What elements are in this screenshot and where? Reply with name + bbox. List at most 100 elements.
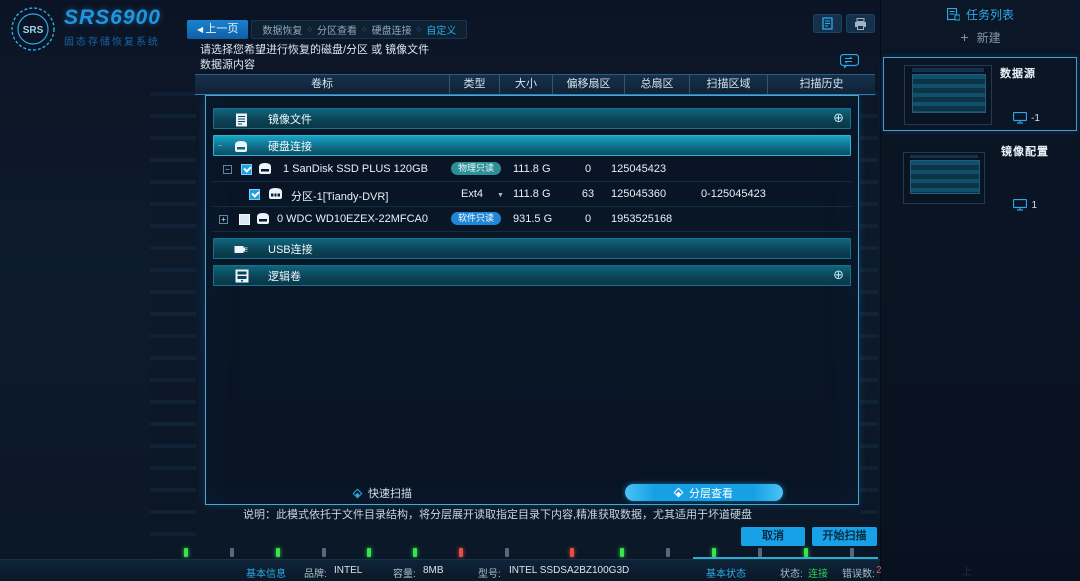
partition-total: 125045360 <box>611 188 666 200</box>
col-header-type: 类型 <box>449 75 499 94</box>
partition-icon <box>267 187 284 200</box>
basic-info-tab[interactable]: 基本信息 <box>246 565 286 580</box>
report-button[interactable] <box>813 14 842 33</box>
breadcrumb-item-recover[interactable]: 数据恢复 <box>262 22 302 37</box>
col-header-offset: 偏移扇区 <box>552 75 624 94</box>
group-row-image-file[interactable]: 镜像文件 <box>213 108 851 129</box>
nav-bar: 上一页 数据恢复 ◇ 分区查看 ◇ 硬盘连接 ◇ 自定义 <box>187 20 467 39</box>
group-label: USB连接 <box>268 241 313 257</box>
group-row-disk-connect[interactable]: 硬盘连接 <box>213 135 851 156</box>
breadcrumb-item-disk[interactable]: 硬盘连接 <box>372 22 412 37</box>
status-led <box>413 548 417 557</box>
group-row-usb[interactable]: USB连接 <box>213 238 851 259</box>
collapse-icon[interactable] <box>216 142 224 150</box>
sidebar-title: 任务列表 <box>966 6 1014 23</box>
toolbar <box>813 14 875 33</box>
quick-scan-radio[interactable]: 快速扫描 <box>354 485 412 501</box>
brand-label: 品牌: <box>304 565 327 580</box>
svg-text:SRS: SRS <box>23 25 44 36</box>
task-thumbnail <box>904 65 992 125</box>
disk-row-sandisk[interactable]: 1 SanDisk SSD PLUS 120GB 物理只读 111.8 G 0 … <box>213 157 851 182</box>
filesystem-select[interactable]: Ext4 <box>461 188 504 200</box>
status-led <box>758 548 762 557</box>
disk-name: 0 WDC WD10EZEX-22MFCA0 <box>277 213 428 225</box>
raid-icon <box>235 269 249 283</box>
status-led <box>850 548 854 557</box>
status-led <box>620 548 624 557</box>
logo-emblem: SRS <box>10 6 56 52</box>
task-footer: -1 <box>1013 112 1040 124</box>
capacity-value: 8MB <box>423 565 444 576</box>
model-label: 型号: <box>478 565 501 580</box>
disk-row-wdc[interactable]: 0 WDC WD10EZEX-22MFCA0 软件只读 931.5 G 0 19… <box>213 207 851 232</box>
breadcrumb-item-partition[interactable]: 分区查看 <box>317 22 357 37</box>
add-volume-button[interactable] <box>833 267 844 283</box>
report-icon <box>822 17 834 30</box>
task-card-datasource[interactable]: 数据源 -1 <box>883 57 1077 131</box>
collapse-icon[interactable] <box>223 165 232 174</box>
sync-chat-icon <box>840 54 859 69</box>
plus-icon <box>960 29 968 45</box>
start-scan-button[interactable]: 开始扫描 <box>812 527 877 546</box>
cancel-button[interactable]: 取消 <box>741 527 805 546</box>
brand-value: INTEL <box>334 565 362 576</box>
basic-status-tab[interactable]: 基本状态 <box>706 565 746 580</box>
task-list-icon <box>947 8 960 21</box>
breadcrumb-sep-icon: ◇ <box>417 26 422 33</box>
status-led <box>276 548 280 557</box>
instruction-line1: 请选择您希望进行恢复的磁盘/分区 或 镜像文件 <box>200 43 429 58</box>
error-label: 错误数: <box>842 565 875 580</box>
disk-total: 1953525168 <box>611 213 672 225</box>
task-card-imageconfig[interactable]: 镜像配置 1 <box>883 139 1077 219</box>
status-led <box>712 548 716 557</box>
diamond-radio-icon <box>353 488 363 498</box>
checkbox-checked[interactable] <box>249 189 260 200</box>
monitor-icon <box>1013 199 1027 211</box>
checkbox-checked[interactable] <box>241 164 252 175</box>
checkbox-unchecked[interactable] <box>239 214 250 225</box>
task-label: 数据源 <box>1000 65 1036 81</box>
mode-description: 说明：此模式依托于文件目录结构，将分层展开读取指定目录下内容,精准获取数据，尤其… <box>243 506 752 522</box>
partition-size: 111.8 G <box>513 188 551 200</box>
state-value: 连接 <box>808 565 828 580</box>
col-header-size: 大小 <box>499 75 552 94</box>
group-row-logical[interactable]: 逻辑卷 <box>213 265 851 286</box>
new-task-button[interactable]: 新建 <box>881 29 1080 46</box>
status-led <box>184 548 188 557</box>
model-value: INTEL SSDSA2BZ100G3D <box>509 565 629 576</box>
task-monitor-num: -1 <box>1031 113 1040 124</box>
expand-icon[interactable] <box>219 215 228 224</box>
usb-icon <box>234 244 249 255</box>
status-led <box>322 548 326 557</box>
partition-scan-range: 0-125045423 <box>701 188 766 200</box>
disk-total: 125045423 <box>611 163 666 175</box>
col-header-total: 总扇区 <box>624 75 689 94</box>
app-window: SRS SRS6900 固态存储恢复系统 上一页 数据恢复 ◇ 分区查看 ◇ 硬… <box>0 0 1080 581</box>
task-monitor-num: 1 <box>1031 200 1037 211</box>
task-footer: 1 <box>1013 199 1037 211</box>
breadcrumb-sep-icon: ◇ <box>307 26 312 33</box>
layered-view-radio[interactable]: 分层查看 <box>625 484 783 501</box>
add-image-button[interactable] <box>833 110 844 126</box>
disk-icon <box>255 212 271 225</box>
chevron-down-icon <box>497 192 504 199</box>
status-led <box>367 548 371 557</box>
disk-icon <box>257 162 273 175</box>
back-button[interactable]: 上一页 <box>187 20 248 39</box>
sync-chat-button[interactable] <box>840 54 859 69</box>
partition-row[interactable]: 分区-1[Tiandy-DVR] Ext4 111.8 G 63 1250453… <box>213 182 851 207</box>
readonly-badge: 物理只读 <box>451 162 501 175</box>
breadcrumb: 数据恢复 ◇ 分区查看 ◇ 硬盘连接 ◇ 自定义 <box>251 20 467 39</box>
breadcrumb-item-current[interactable]: 自定义 <box>426 22 456 37</box>
disk-offset: 0 <box>571 163 605 175</box>
watermark: 上传数据似乎已暂停 <box>962 563 972 581</box>
error-count: 2 <box>876 565 882 576</box>
print-button[interactable] <box>846 14 875 33</box>
partition-offset: 63 <box>571 188 605 200</box>
disk-name: 1 SanDisk SSD PLUS 120GB <box>283 163 428 175</box>
group-label: 逻辑卷 <box>268 268 301 284</box>
app-title: SRS6900 <box>64 6 161 30</box>
group-label: 镜像文件 <box>268 111 312 127</box>
breadcrumb-sep-icon: ◇ <box>362 26 367 33</box>
col-header-region: 扫描区域 <box>689 75 767 94</box>
